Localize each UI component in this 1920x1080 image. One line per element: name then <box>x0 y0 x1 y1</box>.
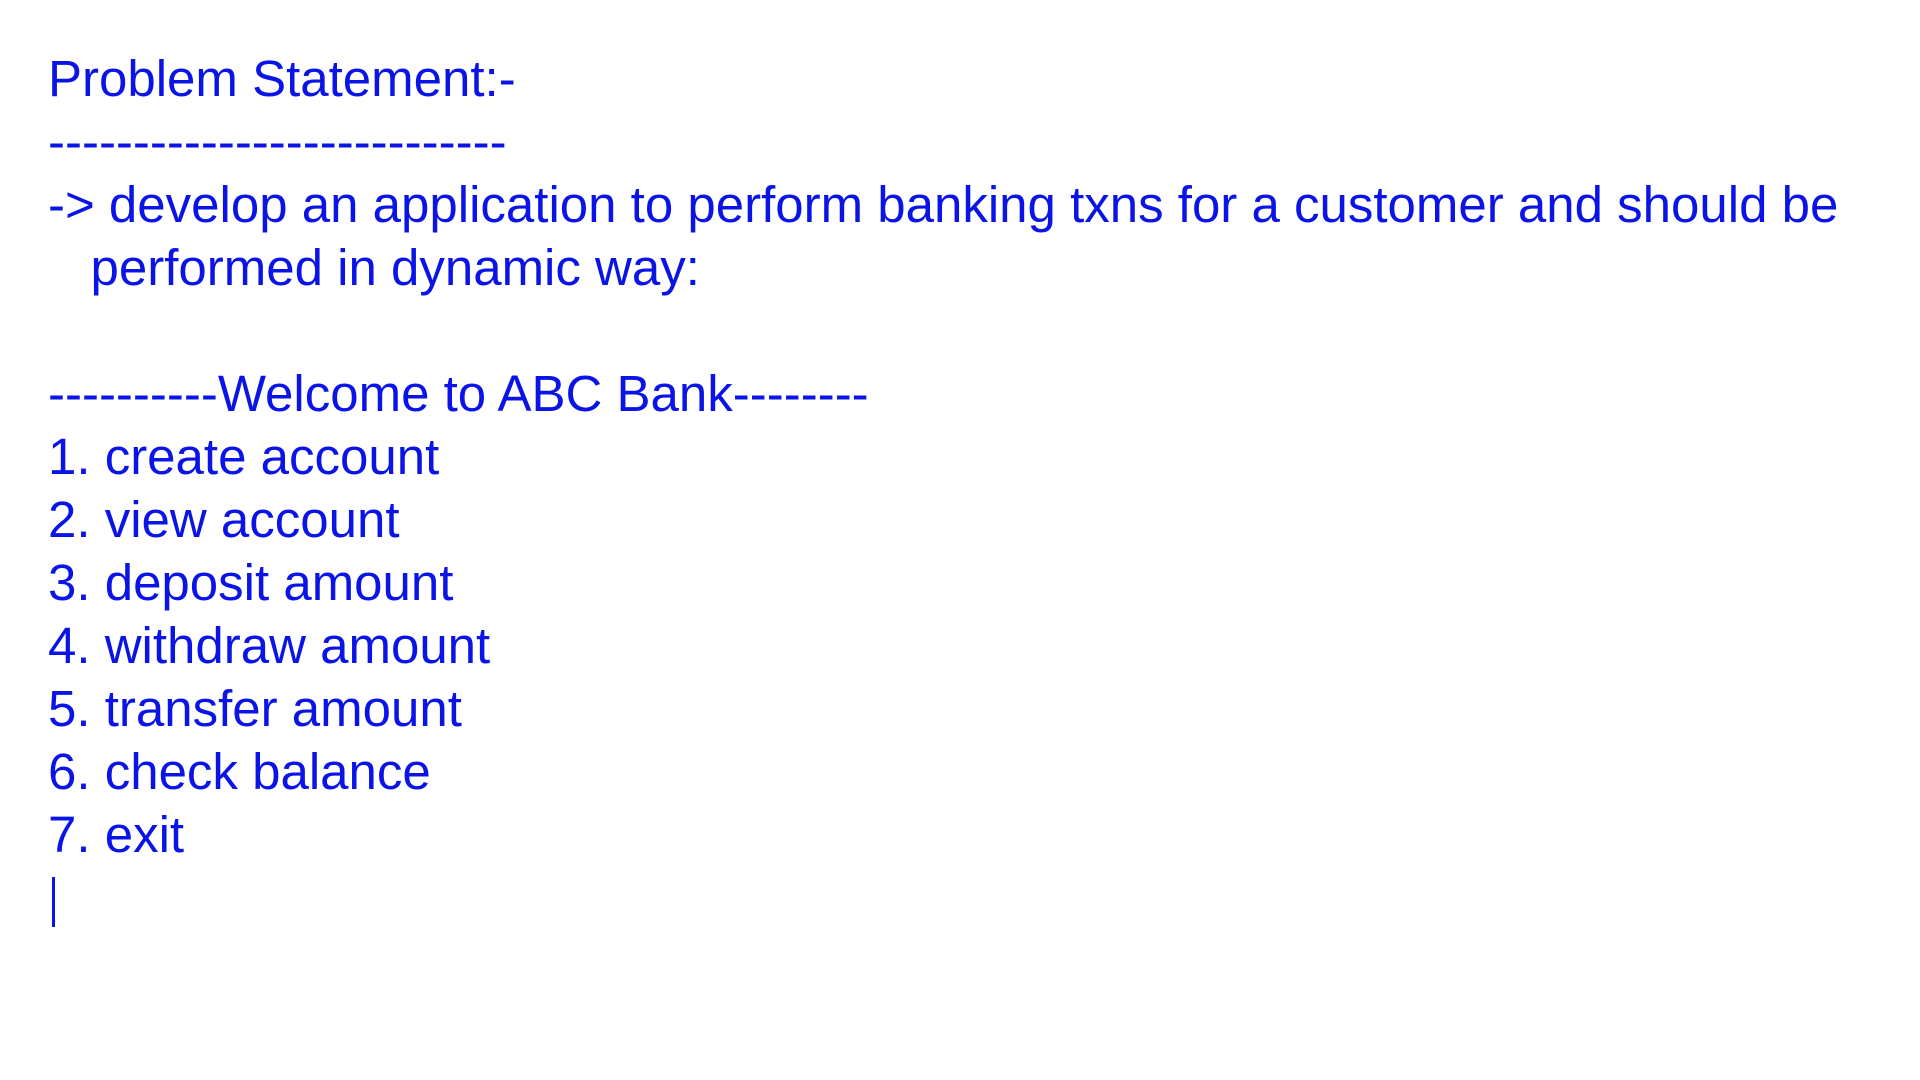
menu-item-exit: 7. exit <box>48 806 185 863</box>
heading-rule: --------------------------- <box>48 113 507 170</box>
menu-title: ----------Welcome to ABC Bank-------- <box>48 365 869 422</box>
menu-item-check-balance: 6. check balance <box>48 743 431 800</box>
problem-statement-heading: Problem Statement:- <box>48 50 516 107</box>
menu-item-transfer-amount: 5. transfer amount <box>48 680 462 737</box>
statement-line-2: performed in dynamic way: <box>48 239 700 296</box>
menu-item-view-account: 2. view account <box>48 491 400 548</box>
text-editor-area[interactable]: Problem Statement:- --------------------… <box>0 0 1920 1080</box>
menu-item-create-account: 1. create account <box>48 428 440 485</box>
menu-item-withdraw-amount: 4. withdraw amount <box>48 617 491 674</box>
menu-item-deposit-amount: 3. deposit amount <box>48 554 454 611</box>
statement-line-1: -> develop an application to perform ban… <box>48 176 1839 233</box>
text-cursor <box>52 877 55 927</box>
